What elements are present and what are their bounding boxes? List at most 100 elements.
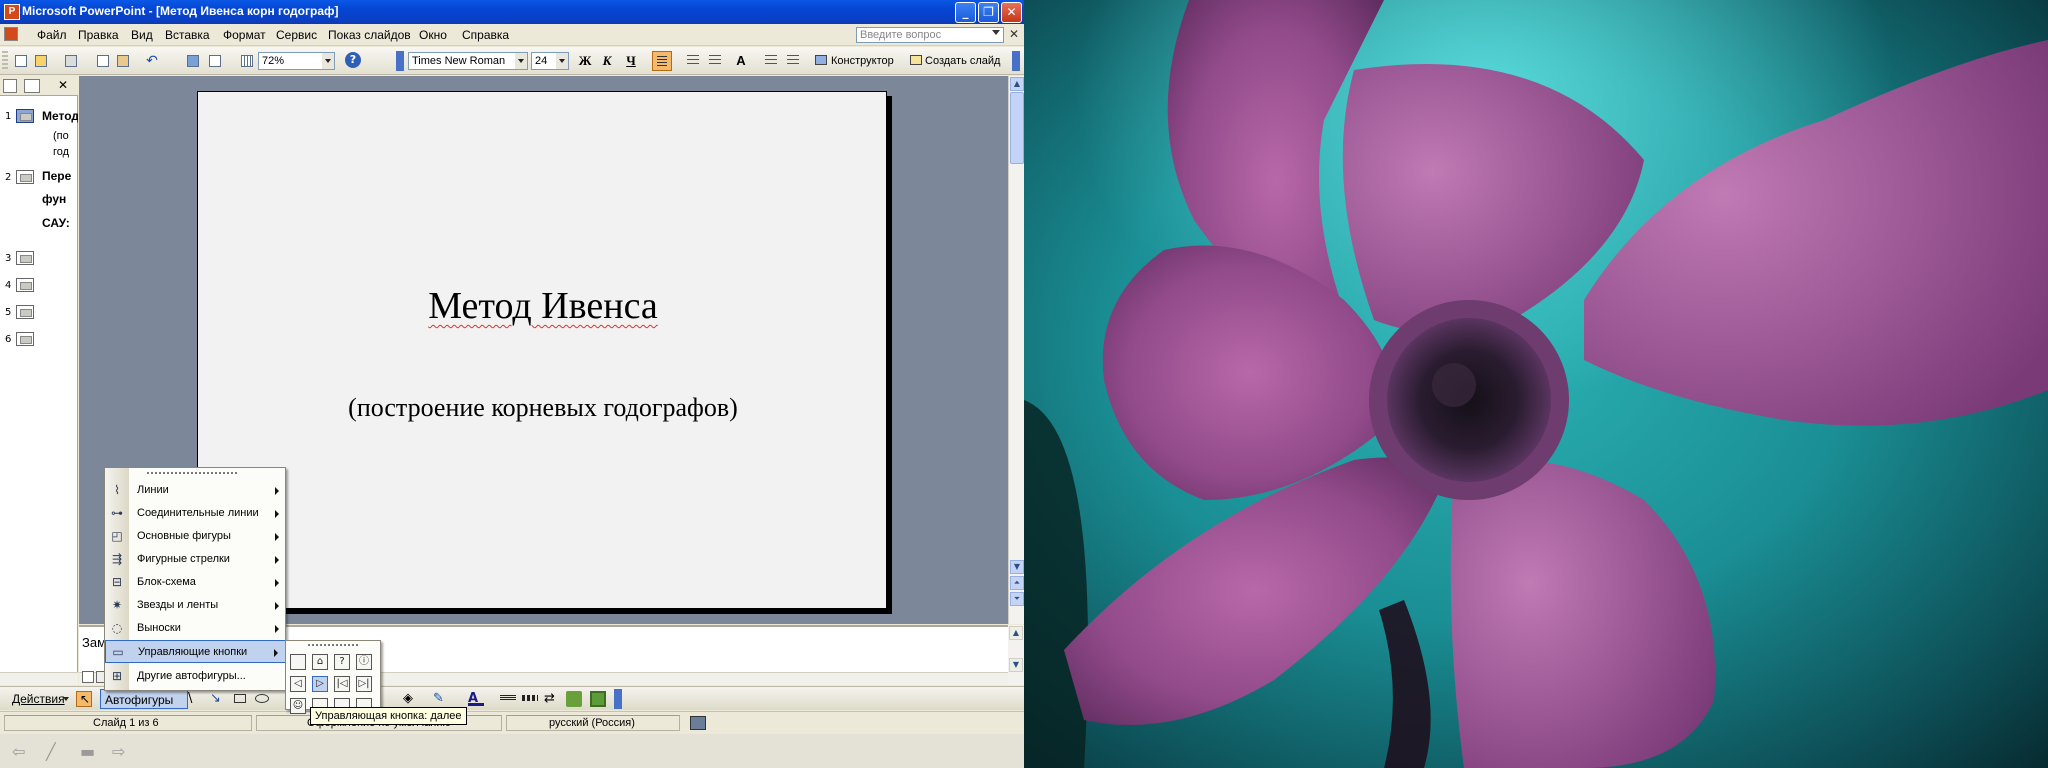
font-color-button[interactable]: A xyxy=(468,691,484,706)
menu-slideshow[interactable]: Показ слайдов xyxy=(328,28,411,42)
maximize-button[interactable]: ❐ xyxy=(978,2,999,23)
chevron-down-icon[interactable] xyxy=(556,53,568,69)
outline-slide-3[interactable]: 3 xyxy=(0,250,78,268)
chevron-down-icon[interactable] xyxy=(515,53,527,69)
normal-view-icon[interactable] xyxy=(82,671,94,683)
font-size-select[interactable]: 24 xyxy=(531,52,569,70)
menu-insert[interactable]: Вставка xyxy=(165,28,210,42)
copy-button[interactable] xyxy=(94,52,110,68)
outline-slide-6[interactable]: 6 xyxy=(0,331,78,349)
zoom-select[interactable]: 72% xyxy=(258,52,335,70)
action-button-beginning[interactable]: |◁ xyxy=(334,676,350,692)
chevron-down-icon[interactable] xyxy=(992,30,1000,35)
designer-button[interactable] xyxy=(813,52,829,68)
menu-item-flowchart[interactable]: ⊟ Блок-схема xyxy=(105,571,287,594)
increase-indent-button[interactable] xyxy=(784,52,800,68)
designer-label[interactable]: Конструктор xyxy=(831,55,894,67)
action-button-return[interactable]: ☺ xyxy=(290,698,306,714)
undo-button[interactable]: ↶ xyxy=(144,52,160,69)
vertical-scrollbar[interactable]: ▲ ▼ ⏶ ⏷ xyxy=(1008,76,1024,624)
arrow-tool[interactable]: ↘ xyxy=(210,691,226,707)
next-slide-button[interactable]: ⏷ xyxy=(1010,592,1024,606)
menu-drag-handle[interactable] xyxy=(308,644,358,646)
slide-title[interactable]: Метод Ивенса xyxy=(198,284,888,328)
bold-button[interactable]: Ж xyxy=(576,52,594,70)
menu-item-connectors[interactable]: ⊶ Соединительные линии xyxy=(105,502,287,525)
outline-slide-text[interactable]: год xyxy=(53,146,78,158)
fill-color-button[interactable]: ◈ xyxy=(403,691,419,707)
shadow-button[interactable] xyxy=(566,691,582,707)
scroll-up-button[interactable]: ▲ xyxy=(1009,626,1023,640)
new-slide-label[interactable]: Создать слайд xyxy=(925,55,1000,67)
menu-window[interactable]: Окно xyxy=(419,28,447,42)
action-button-home[interactable]: ⌂ xyxy=(312,654,328,670)
paste-button[interactable] xyxy=(114,52,130,68)
toolbar-options-chevron[interactable] xyxy=(614,689,622,709)
close-button[interactable]: ✕ xyxy=(1001,2,1022,23)
spelling-icon[interactable] xyxy=(690,716,706,730)
action-button-custom[interactable] xyxy=(290,654,306,670)
scroll-down-button[interactable]: ▼ xyxy=(1010,560,1024,574)
document-icon[interactable] xyxy=(4,27,18,41)
action-button-forward[interactable]: ▷ xyxy=(312,676,328,692)
scroll-down-button[interactable]: ▼ xyxy=(1009,658,1023,672)
rectangle-tool[interactable] xyxy=(232,691,248,707)
action-button-help[interactable]: ? xyxy=(334,654,350,670)
decrease-indent-button[interactable] xyxy=(762,52,778,68)
powerpoint-app-icon[interactable]: P xyxy=(4,4,20,20)
print-button[interactable] xyxy=(62,52,78,68)
menu-item-more-autoshapes[interactable]: ⊞ Другие автофигуры... xyxy=(105,665,287,688)
scroll-thumb[interactable] xyxy=(1010,92,1024,164)
insert-table-button[interactable] xyxy=(206,52,222,68)
line-color-button[interactable]: ✎ xyxy=(433,691,449,707)
dash-style-button[interactable] xyxy=(522,695,538,701)
menu-edit[interactable]: Правка xyxy=(78,28,119,42)
bulleted-list-button[interactable] xyxy=(706,52,722,68)
permission-button[interactable] xyxy=(32,52,48,68)
menu-item-block-arrows[interactable]: ⇶ Фигурные стрелки xyxy=(105,548,287,571)
outline-slide-text[interactable]: САУ: xyxy=(42,216,78,230)
menu-file[interactable]: Файл xyxy=(37,28,67,42)
forward-arrow-icon[interactable]: ⇨ xyxy=(112,742,130,761)
outline-slide-4[interactable]: 4 xyxy=(0,277,78,295)
menu-item-lines[interactable]: ⌇ Линии xyxy=(105,479,287,502)
line-style-button[interactable] xyxy=(500,695,516,701)
status-language[interactable]: русский (Россия) xyxy=(506,715,680,731)
tab-outline[interactable] xyxy=(3,79,17,93)
outline-slide-text[interactable]: фун xyxy=(42,192,78,206)
scroll-up-button[interactable]: ▲ xyxy=(1010,77,1024,91)
oval-tool[interactable] xyxy=(254,691,270,707)
insert-chart-button[interactable] xyxy=(184,52,200,68)
chevron-down-icon[interactable] xyxy=(322,53,334,69)
back-arrow-icon[interactable]: ⇦ xyxy=(12,742,30,761)
actions-menu[interactable]: Действия xyxy=(12,692,65,706)
outline-slide-title[interactable]: Пере xyxy=(42,169,78,183)
menu-format[interactable]: Формат xyxy=(223,28,266,42)
chevron-down-icon[interactable] xyxy=(63,697,69,701)
outline-slide-title[interactable]: Метод xyxy=(42,109,78,123)
minimize-button[interactable]: _ xyxy=(955,2,976,23)
action-button-information[interactable]: ⓘ xyxy=(356,654,372,670)
document-close-button[interactable]: ✕ xyxy=(1009,27,1019,41)
outline-slide-5[interactable]: 5 xyxy=(0,304,78,322)
slide-subtitle[interactable]: (построение корневых годографов) xyxy=(198,393,888,423)
menu-item-basic-shapes[interactable]: ◰ Основные фигуры xyxy=(105,525,287,548)
menu-tools[interactable]: Сервис xyxy=(276,28,317,42)
menu-help[interactable]: Справка xyxy=(462,28,509,42)
outline-close-button[interactable]: ✕ xyxy=(58,78,68,92)
toolbar-options-chevron[interactable] xyxy=(396,51,404,71)
outline-slide-text[interactable]: (по xyxy=(53,130,78,142)
line-tool[interactable]: \ xyxy=(188,691,204,707)
menu-drag-handle[interactable] xyxy=(147,472,237,476)
menu-item-stars-banners[interactable]: ✷ Звезды и ленты xyxy=(105,594,287,617)
action-button-end[interactable]: ▷| xyxy=(356,676,372,692)
3d-button[interactable] xyxy=(590,691,606,707)
notes-scrollbar[interactable]: ▲ ▼ xyxy=(1008,625,1024,685)
numbered-list-button[interactable] xyxy=(684,52,700,68)
show-grid-button[interactable] xyxy=(238,52,254,68)
toolbar-options-chevron[interactable] xyxy=(1012,51,1020,71)
menu-view[interactable]: Вид xyxy=(131,28,153,42)
italic-button[interactable]: К xyxy=(598,52,616,70)
tab-slides[interactable] xyxy=(24,79,40,93)
slide-icon[interactable]: ▬ xyxy=(80,742,98,761)
